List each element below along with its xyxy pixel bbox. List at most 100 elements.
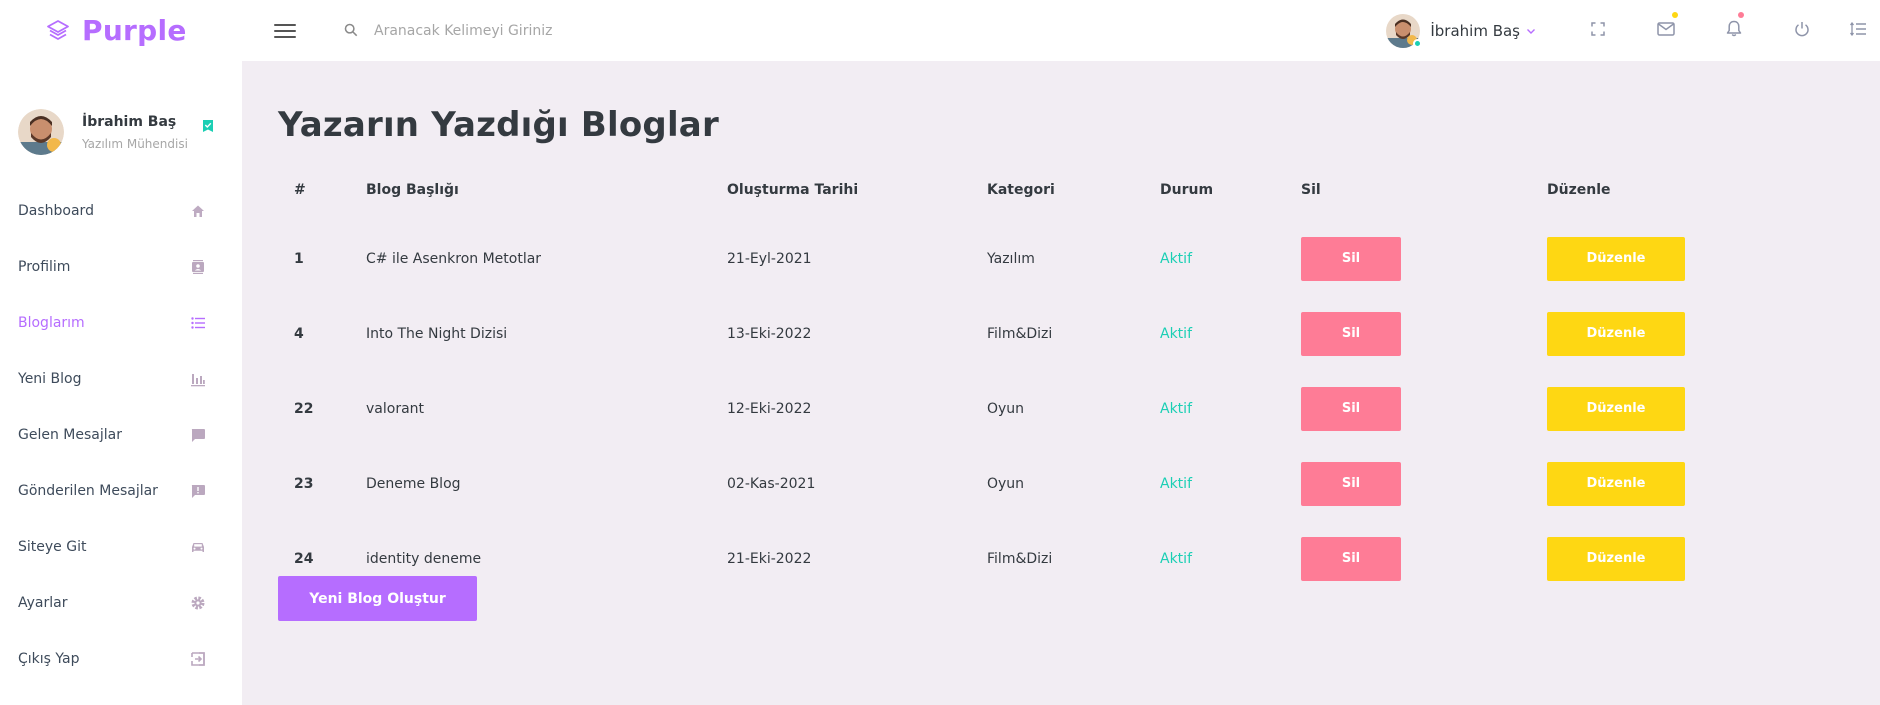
mail-badge — [1672, 12, 1678, 18]
power-icon — [1794, 21, 1810, 41]
chart-bar-icon — [190, 371, 206, 387]
blog-date: 02-Kas-2021 — [727, 475, 816, 492]
sidebar-item-gonderilen-mesajlar[interactable]: Gönderilen Mesajlar — [0, 463, 242, 519]
edit-button[interactable]: Düzenle — [1547, 536, 1685, 581]
sidebar-item-cikis-yap[interactable]: Çıkış Yap — [0, 631, 242, 687]
fullscreen-button[interactable] — [1564, 0, 1632, 61]
home-icon — [190, 203, 206, 219]
delete-button[interactable]: Sil — [1301, 461, 1401, 506]
search-input[interactable] — [374, 22, 734, 39]
new-blog-button[interactable]: Yeni Blog Oluştur — [278, 576, 477, 621]
mail-icon — [1657, 21, 1675, 40]
page-title: Yazarın Yazdığı Bloglar — [278, 105, 719, 145]
blog-category: Film&Dizi — [987, 550, 1053, 567]
blog-category: Oyun — [987, 400, 1025, 417]
contacts-icon — [190, 259, 206, 275]
blog-title: identity deneme — [366, 550, 482, 567]
main-content: Yazarın Yazdığı Bloglar # Blog Başlığı O… — [242, 61, 1880, 705]
format-list-bulleted-icon — [190, 315, 206, 331]
blog-title: C# ile Asenkron Metotlar — [366, 250, 542, 267]
blog-id: 1 — [294, 250, 304, 267]
status-badge: Aktif — [1160, 475, 1192, 492]
profile-dropdown[interactable]: İbrahim Baş — [1386, 13, 1536, 48]
sidebar-item-label: Çıkış Yap — [18, 651, 80, 667]
chevron-down-icon — [1526, 26, 1536, 36]
profile-name: İbrahim Baş — [1430, 21, 1520, 40]
notifications-button[interactable] — [1700, 0, 1768, 61]
table-row: 4 Into The Night Dizisi 13-Eki-2022 Film… — [278, 296, 1728, 371]
sidebar-user-role: Yazılım Mühendisi — [82, 136, 188, 151]
sidebar-item-label: Ayarlar — [18, 595, 68, 611]
status-badge: Aktif — [1160, 325, 1192, 342]
table-header: # Blog Başlığı Oluşturma Tarihi Kategori… — [278, 159, 1728, 221]
status-badge: Aktif — [1160, 250, 1192, 267]
sidebar-item-dashboard[interactable]: Dashboard — [0, 183, 242, 239]
blog-date: 12-Eki-2022 — [727, 400, 812, 417]
delete-button[interactable]: Sil — [1301, 536, 1401, 581]
sidebar-item-label: Siteye Git — [18, 539, 87, 555]
table-row: 23 Deneme Blog 02-Kas-2021 Oyun Aktif Si… — [278, 446, 1728, 521]
sidebar-item-label: Gelen Mesajlar — [18, 427, 122, 443]
settings-panel-button[interactable] — [1836, 0, 1880, 61]
column-header-date: Oluşturma Tarihi — [727, 182, 859, 198]
blog-category: Oyun — [987, 475, 1025, 492]
settings-icon — [190, 595, 206, 611]
search-icon — [344, 23, 360, 39]
sidebar: İbrahim Baş Yazılım Mühendisi Dashboard … — [0, 61, 242, 705]
sidebar-item-label: Dashboard — [18, 203, 94, 219]
table-row: 22 valorant 12-Eki-2022 Oyun Aktif Sil D… — [278, 371, 1728, 446]
blog-title: valorant — [366, 400, 425, 417]
blogs-table: # Blog Başlığı Oluşturma Tarihi Kategori… — [278, 159, 1728, 596]
avatar — [18, 109, 64, 155]
column-header-edit: Düzenle — [1547, 182, 1611, 198]
delete-button[interactable]: Sil — [1301, 386, 1401, 431]
edit-button[interactable]: Düzenle — [1547, 461, 1685, 506]
logout-button[interactable] — [1768, 0, 1836, 61]
blog-id: 22 — [294, 400, 314, 417]
messages-button[interactable] — [1632, 0, 1700, 61]
sidebar-item-profilim[interactable]: Profilim — [0, 239, 242, 295]
blog-title: Deneme Blog — [366, 475, 461, 492]
blog-category: Yazılım — [987, 250, 1035, 267]
blog-id: 4 — [294, 325, 304, 342]
delete-button[interactable]: Sil — [1301, 311, 1401, 356]
fullscreen-icon — [1591, 21, 1605, 40]
blog-date: 13-Eki-2022 — [727, 325, 812, 342]
edit-button[interactable]: Düzenle — [1547, 236, 1685, 281]
sidebar-item-siteye-git[interactable]: Siteye Git — [0, 519, 242, 575]
table-row: 24 identity deneme 21-Eki-2022 Film&Dizi… — [278, 521, 1728, 596]
sidebar-profile[interactable]: İbrahim Baş Yazılım Mühendisi — [0, 61, 242, 183]
blog-id: 23 — [294, 475, 314, 492]
blog-id: 24 — [294, 550, 314, 567]
sidebar-item-label: Bloglarım — [18, 315, 85, 331]
avatar — [1386, 13, 1423, 48]
delete-button[interactable]: Sil — [1301, 236, 1401, 281]
bookmark-check-icon — [202, 119, 216, 133]
sidebar-item-yeni-blog[interactable]: Yeni Blog — [0, 351, 242, 407]
sidebar-item-label: Gönderilen Mesajlar — [18, 483, 158, 499]
column-header-title: Blog Başlığı — [366, 182, 459, 198]
message-icon — [190, 427, 206, 443]
sidebar-item-label: Profilim — [18, 259, 71, 275]
bell-icon — [1726, 20, 1742, 41]
status-badge: Aktif — [1160, 550, 1192, 567]
edit-button[interactable]: Düzenle — [1547, 311, 1685, 356]
format-list-icon — [1849, 21, 1866, 40]
blog-date: 21-Eki-2022 — [727, 550, 812, 567]
sidebar-item-gelen-mesajlar[interactable]: Gelen Mesajlar — [0, 407, 242, 463]
column-header-status: Durum — [1160, 182, 1214, 198]
car-icon — [190, 539, 206, 555]
message-alert-icon — [190, 483, 206, 499]
brand-name: Purple — [82, 14, 187, 47]
sidebar-user-name: İbrahim Baş — [82, 113, 177, 130]
edit-button[interactable]: Düzenle — [1547, 386, 1685, 431]
blog-category: Film&Dizi — [987, 325, 1053, 342]
blog-title: Into The Night Dizisi — [366, 325, 508, 342]
sidebar-item-ayarlar[interactable]: Ayarlar — [0, 575, 242, 631]
sidebar-item-bloglarim[interactable]: Bloglarım — [0, 295, 242, 351]
menu-toggle-icon[interactable] — [274, 22, 296, 40]
top-navbar: Purple İbrahim Baş — [0, 0, 1880, 61]
column-header-delete: Sil — [1301, 182, 1321, 198]
status-badge: Aktif — [1160, 400, 1192, 417]
brand-logo[interactable]: Purple — [0, 0, 242, 61]
